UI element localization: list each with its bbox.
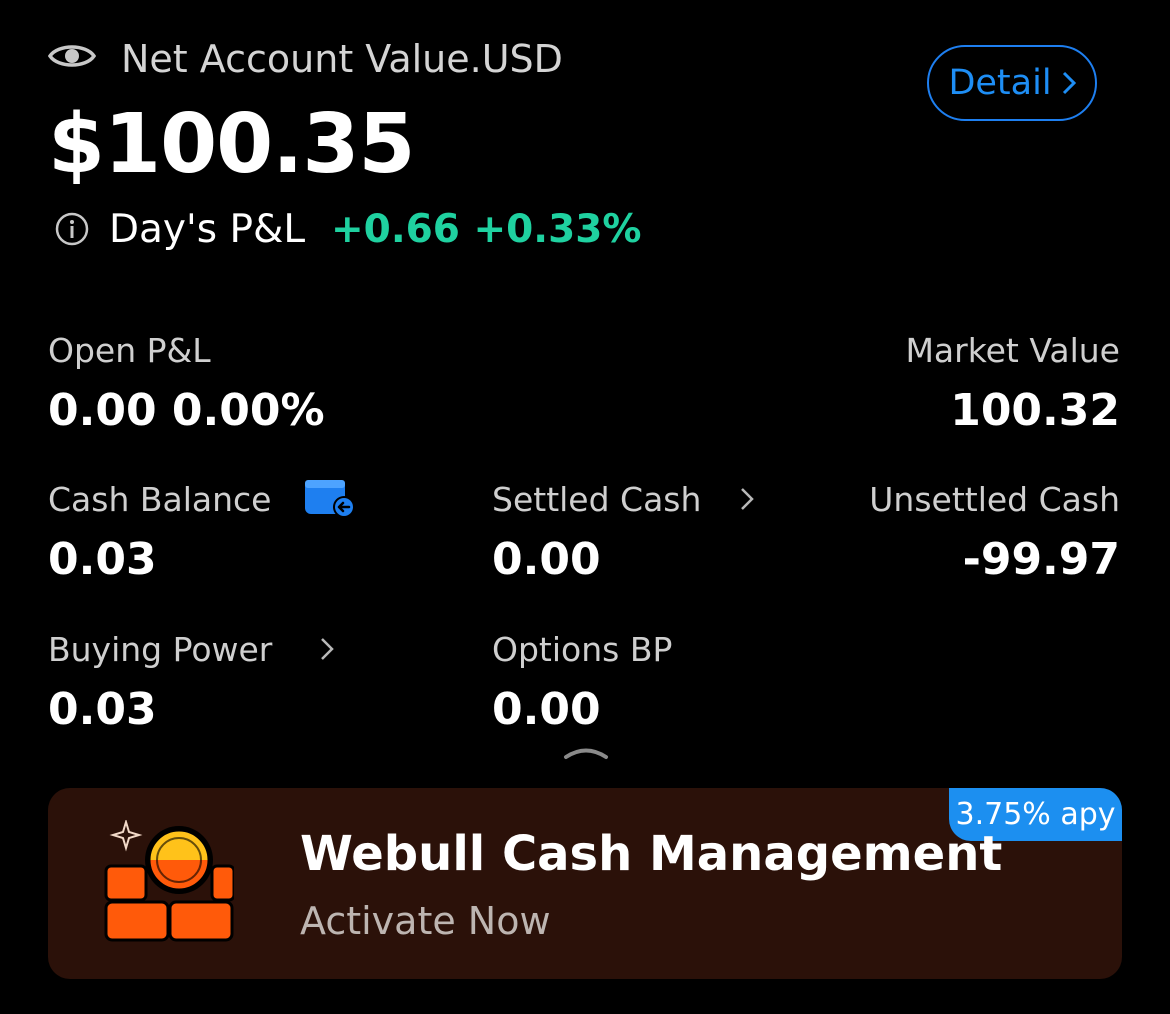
settled-cash-value: 0.00 bbox=[492, 534, 601, 585]
net-account-title: Net Account Value.USD bbox=[121, 37, 563, 81]
cash-balance-value: 0.03 bbox=[48, 534, 157, 585]
detail-button[interactable]: Detail bbox=[927, 45, 1097, 121]
unsettled-cash-label: Unsettled Cash bbox=[869, 480, 1120, 519]
chevron-right-icon[interactable] bbox=[739, 486, 755, 512]
chevron-right-icon bbox=[1062, 71, 1076, 95]
detail-label: Detail bbox=[948, 63, 1052, 103]
cash-vault-icon bbox=[104, 820, 234, 942]
open-pl-label: Open P&L bbox=[48, 331, 211, 370]
settled-cash-label[interactable]: Settled Cash bbox=[492, 483, 701, 516]
eye-icon[interactable] bbox=[48, 40, 96, 72]
days-pl-label: Day's P&L bbox=[109, 207, 306, 252]
activate-now-link[interactable]: Activate Now bbox=[300, 902, 551, 940]
open-pl-value: 0.00 0.00% bbox=[48, 385, 325, 436]
cash-management-banner[interactable]: 3.75% apy Webull Cash Management Activat… bbox=[48, 788, 1122, 979]
cash-balance-label: Cash Balance bbox=[48, 480, 272, 519]
wallet-transfer-icon[interactable] bbox=[304, 478, 356, 520]
options-bp-value: 0.00 bbox=[492, 684, 601, 735]
market-value-value: 100.32 bbox=[950, 385, 1120, 436]
options-bp-label: Options BP bbox=[492, 630, 673, 669]
chevron-right-icon[interactable] bbox=[319, 636, 335, 662]
info-icon[interactable] bbox=[55, 212, 89, 246]
buying-power-label[interactable]: Buying Power bbox=[48, 633, 272, 666]
days-pl-value: +0.66 +0.33% bbox=[331, 207, 642, 252]
market-value-label: Market Value bbox=[905, 331, 1120, 370]
chevron-up-icon[interactable] bbox=[563, 744, 609, 760]
banner-title: Webull Cash Management bbox=[300, 826, 1003, 882]
unsettled-cash-value: -99.97 bbox=[962, 534, 1120, 585]
net-account-value: $100.35 bbox=[48, 97, 415, 192]
buying-power-value: 0.03 bbox=[48, 684, 157, 735]
